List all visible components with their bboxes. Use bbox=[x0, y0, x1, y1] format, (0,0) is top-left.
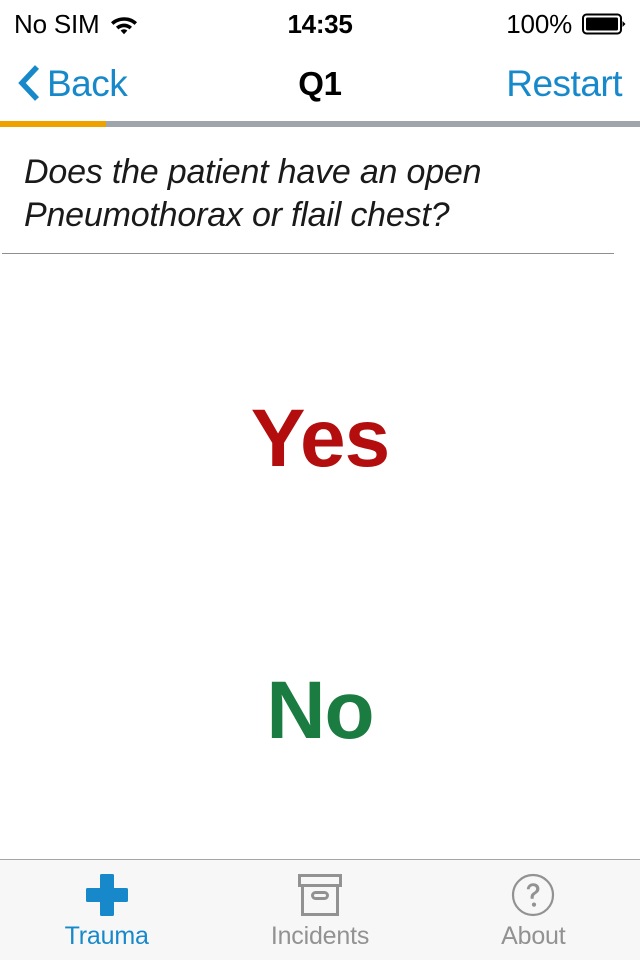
status-bar-left: No SIM bbox=[14, 11, 288, 37]
back-button-label: Back bbox=[47, 62, 128, 104]
tab-bar: Trauma Incidents About bbox=[0, 859, 640, 960]
tab-trauma-label: Trauma bbox=[64, 922, 149, 950]
carrier-label: No SIM bbox=[14, 9, 100, 39]
answer-yes-button[interactable]: Yes bbox=[0, 398, 640, 480]
status-bar: No SIM 14:35 100% bbox=[0, 0, 640, 48]
status-bar-right: 100% bbox=[353, 11, 627, 37]
tab-trauma[interactable]: Trauma bbox=[0, 860, 213, 960]
tab-incidents[interactable]: Incidents bbox=[213, 860, 426, 960]
clock-label: 14:35 bbox=[287, 9, 353, 39]
plus-icon bbox=[84, 872, 130, 918]
chevron-left-icon bbox=[18, 65, 40, 101]
wifi-icon bbox=[109, 13, 139, 35]
restart-button[interactable]: Restart bbox=[342, 65, 622, 102]
answer-no-button[interactable]: No bbox=[0, 670, 640, 752]
archive-box-icon bbox=[297, 872, 343, 918]
battery-percent-label: 100% bbox=[506, 9, 572, 39]
battery-full-icon bbox=[582, 13, 626, 35]
page-title: Q1 bbox=[298, 64, 342, 102]
tab-incidents-label: Incidents bbox=[270, 922, 370, 950]
tab-about-label: About bbox=[501, 922, 566, 950]
tab-about[interactable]: About bbox=[427, 860, 640, 960]
answer-options: Yes No bbox=[0, 254, 640, 859]
question-area: Does the patient have an open Pneumothor… bbox=[0, 127, 640, 254]
back-button[interactable]: Back bbox=[18, 65, 298, 102]
status-bar-center: 14:35 bbox=[288, 11, 353, 37]
navigation-bar: Back Q1 Restart bbox=[0, 48, 640, 118]
question-text: Does the patient have an open Pneumothor… bbox=[24, 153, 482, 234]
question-circle-icon bbox=[511, 872, 555, 918]
